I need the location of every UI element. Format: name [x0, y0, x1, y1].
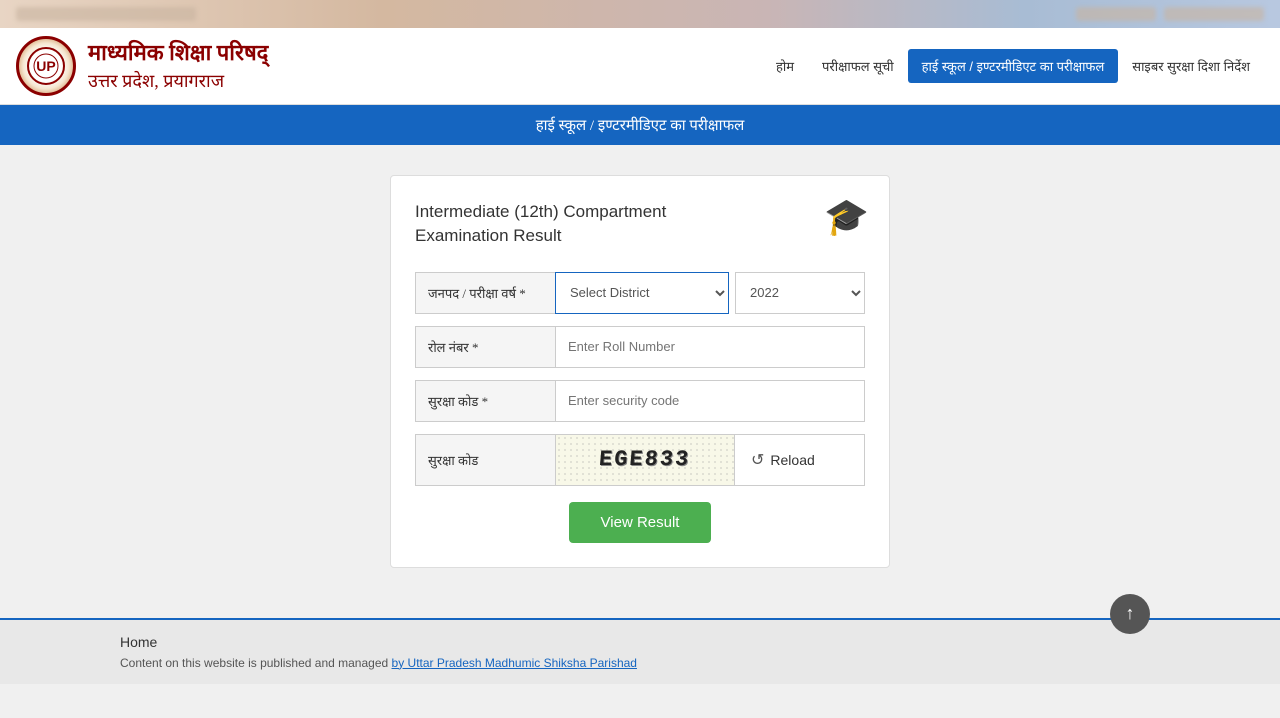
reload-button[interactable]: ↺ Reload	[735, 434, 865, 486]
roll-row: रोल नंबर *	[415, 326, 865, 368]
footer: Home Content on this website is publishe…	[0, 618, 1280, 684]
scroll-top-button[interactable]: ↑	[1110, 594, 1150, 634]
district-select[interactable]: Select District	[555, 272, 729, 314]
footer-wrapper: Home Content on this website is publishe…	[0, 618, 1280, 684]
reload-icon: ↺	[751, 450, 764, 470]
top-bar-text-3	[1164, 7, 1264, 21]
year-select[interactable]: 2022 2021 2020 2019	[735, 272, 865, 314]
view-result-button[interactable]: View Result	[569, 502, 712, 543]
footer-home-link[interactable]: Home	[120, 634, 1160, 650]
nav-links: होम परीक्षाफल सूची हाई स्कूल / इण्टरमीडि…	[762, 49, 1264, 83]
captcha-text: EGE833	[598, 447, 691, 472]
form-card: Intermediate (12th) Compartment Examinat…	[390, 175, 890, 568]
logo-text: माध्यमिक शिक्षा परिषद् उत्तर प्रदेश, प्र…	[88, 38, 268, 94]
district-label: जनपद / परीक्षा वर्ष *	[415, 272, 555, 314]
blue-banner: हाई स्कूल / इण्टरमीडिएट का परीक्षाफल	[0, 105, 1280, 145]
logo-emblem: UP	[16, 36, 76, 96]
logo-line2: उत्तर प्रदेश, प्रयागराज	[88, 69, 268, 94]
logo-line1: माध्यमिक शिक्षा परिषद्	[88, 38, 268, 69]
header: UP माध्यमिक शिक्षा परिषद् उत्तर प्रदेश, …	[0, 28, 1280, 105]
security-label: सुरक्षा कोड *	[415, 380, 555, 422]
top-bar-text-2	[1076, 7, 1156, 21]
security-code-row: सुरक्षा कोड *	[415, 380, 865, 422]
nav-result-list[interactable]: परीक्षाफल सूची	[808, 49, 908, 83]
nav-high-school[interactable]: हाई स्कूल / इण्टरमीडिएट का परीक्षाफल	[908, 49, 1119, 83]
roll-input[interactable]	[555, 326, 865, 368]
top-blurred-bar	[0, 0, 1280, 28]
captcha-row: सुरक्षा कोड EGE833 ↺ Reload	[415, 434, 865, 486]
top-bar-text-1	[16, 7, 196, 21]
form-title: Intermediate (12th) Compartment Examinat…	[415, 200, 865, 248]
svg-text:UP: UP	[36, 58, 55, 74]
footer-link[interactable]: by Uttar Pradesh Madhumic Shiksha Parish…	[392, 656, 637, 670]
nav-home[interactable]: होम	[762, 49, 808, 83]
captcha-label: सुरक्षा कोड	[415, 434, 555, 486]
district-row: जनपद / परीक्षा वर्ष * Select District 20…	[415, 272, 865, 314]
nav-cyber-security[interactable]: साइबर सुरक्षा दिशा निर्देश	[1118, 49, 1264, 83]
logo-section: UP माध्यमिक शिक्षा परिषद् उत्तर प्रदेश, …	[16, 36, 268, 96]
captcha-image: EGE833	[555, 434, 735, 486]
main-content: Intermediate (12th) Compartment Examinat…	[0, 145, 1280, 598]
security-input[interactable]	[555, 380, 865, 422]
roll-label: रोल नंबर *	[415, 326, 555, 368]
graduation-icon: 🎓	[824, 196, 869, 238]
footer-content: Content on this website is published and…	[120, 656, 1160, 670]
reload-label: Reload	[770, 452, 814, 468]
